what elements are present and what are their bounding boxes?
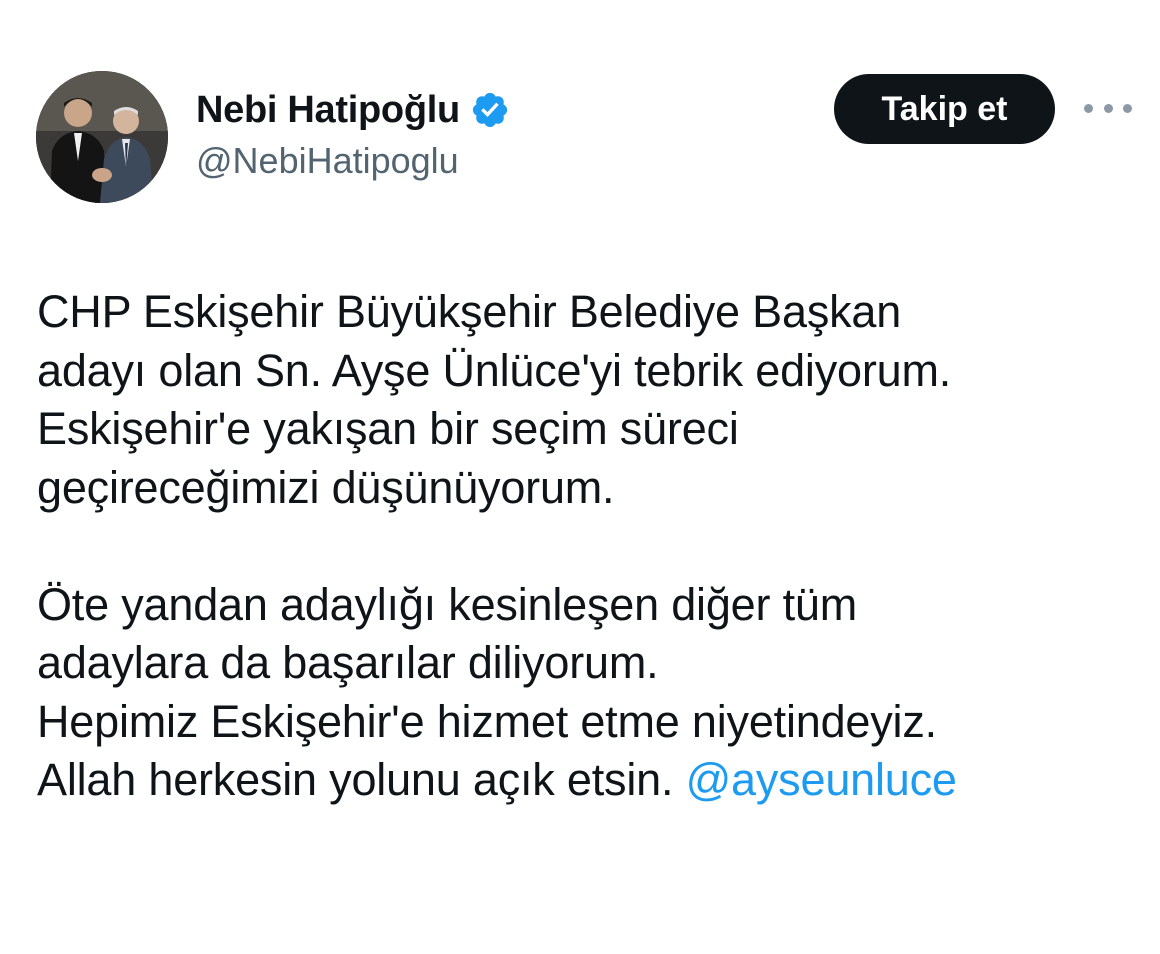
tweet-line: geçireceğimizi düşünüyorum. <box>37 461 615 513</box>
tweet-last-line: Allah herkesin yolunu açık etsin. @ayseu… <box>37 751 1137 810</box>
author-avatar[interactable] <box>36 71 168 203</box>
more-dot-2 <box>1103 103 1113 113</box>
follow-button[interactable]: Takip et <box>834 74 1055 144</box>
author-handle[interactable]: @NebiHatipoglu <box>196 140 459 182</box>
tweet-line-text: Allah herkesin yolunu açık etsin. <box>37 754 674 805</box>
tweet-line: adayı olan Sn. Ayşe Ünlüce'yi tebrik edi… <box>37 344 952 396</box>
mention-link[interactable]: @ayseunluce <box>686 754 957 805</box>
author-display-name[interactable]: Nebi Hatipoğlu <box>196 89 460 132</box>
tweet-line: adaylara da başarılar diliyorum. <box>37 637 659 688</box>
tweet-line: Eskişehir'e yakışan bir seçim süreci <box>37 403 739 454</box>
avatar-photo-icon <box>36 71 168 203</box>
tweet-card: Nebi Hatipoğlu @NebiHatipoglu Takip et C… <box>0 0 1160 954</box>
verified-badge-icon <box>472 92 507 128</box>
tweet-text: CHP Eskişehir Büyükşehir Belediye Başkan… <box>37 283 1137 810</box>
tweet-line: Öte yandan adaylığı kesinleşen diğer tüm <box>37 578 857 630</box>
tweet-line: Hepimiz Eskişehir'e hizmet etme niyetind… <box>37 695 937 747</box>
tweet-line: CHP Eskişehir Büyükşehir Belediye Başkan <box>37 286 902 337</box>
more-dot-1 <box>1084 103 1093 113</box>
author-name-row: Nebi Hatipoğlu <box>196 84 510 136</box>
more-options-icon[interactable] <box>1084 96 1132 120</box>
more-dot-3 <box>1123 103 1132 113</box>
